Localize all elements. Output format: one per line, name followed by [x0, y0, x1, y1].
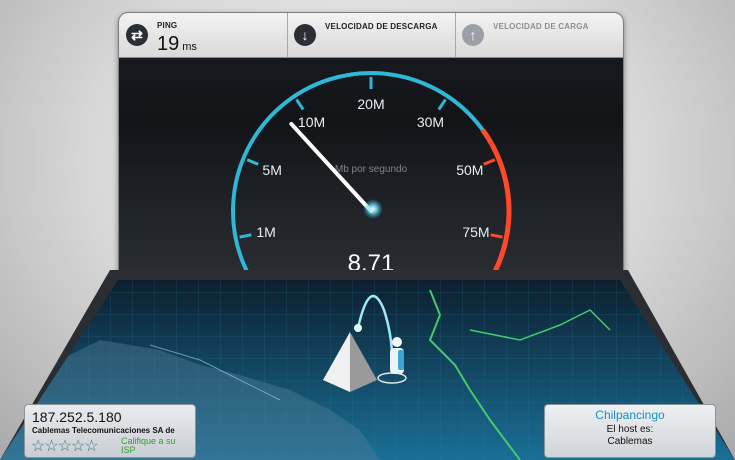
- upload-arrow-icon: ↑: [462, 24, 484, 46]
- ping-unit: ms: [182, 41, 197, 53]
- gauge-tick-label: 30M: [417, 114, 444, 130]
- isp-name: Cablemas Telecomunicaciones SA de: [32, 426, 175, 435]
- gauge-tick-label: 50M: [456, 162, 483, 178]
- upload-label: VELOCIDAD DE CARGA: [493, 22, 589, 31]
- speed-gauge: 01M5M10M20M30M50M75M100M Mb por segundo …: [231, 71, 512, 281]
- gauge-tick-label: 20M: [357, 96, 384, 112]
- gauge-tick: [437, 98, 447, 111]
- needle-hub: [363, 199, 383, 219]
- client-ip: 187.252.5.180: [32, 409, 122, 425]
- gauge-tick: [239, 233, 252, 239]
- server-host-label: El host es:: [606, 424, 654, 435]
- gauge-tick-label: 5M: [262, 162, 281, 178]
- gauge-tick-label: 1M: [256, 224, 275, 240]
- download-result: ↓ VELOCIDAD DE DESCARGA: [287, 13, 456, 57]
- gauge-tick: [483, 158, 496, 166]
- server-city: Chilpancingo: [595, 408, 665, 422]
- gauge-unit-caption: Mb por segundo: [335, 164, 408, 175]
- gauge-arc-warn: [480, 128, 512, 281]
- user-head: [392, 337, 402, 347]
- ping-label: PING: [157, 21, 178, 30]
- server-info-box[interactable]: Chilpancingo El host es: Cablemas: [544, 404, 716, 458]
- gauge-tick: [490, 233, 503, 239]
- isp-rating-stars[interactable]: ☆☆☆☆☆: [31, 436, 99, 456]
- upload-result: ↑ VELOCIDAD DE CARGA: [455, 13, 623, 57]
- ping-swap-icon: ⇄: [126, 24, 148, 46]
- ping-value: 19 ms: [157, 33, 197, 55]
- ping-result: ⇄ PING 19 ms: [119, 13, 288, 57]
- rate-isp-link[interactable]: Califique a su ISP: [121, 437, 191, 455]
- server-host-name: Cablemas: [607, 436, 653, 447]
- arc-origin-dot: [354, 324, 362, 332]
- user-shirt: [398, 350, 404, 370]
- client-info-box: 187.252.5.180 Cablemas Telecomunicacione…: [24, 404, 196, 458]
- results-header: ⇄ PING 19 ms ↓ VELOCIDAD DE DESCARGA ↑ VE…: [119, 13, 623, 58]
- gauge-tick: [295, 98, 305, 111]
- gauge-tick-label: 75M: [462, 224, 489, 240]
- download-label: VELOCIDAD DE DESCARGA: [325, 22, 438, 31]
- gauge-panel: ⇄ PING 19 ms ↓ VELOCIDAD DE DESCARGA ↑ VE…: [118, 12, 624, 282]
- gauge-tick-label: 10M: [298, 114, 325, 130]
- gauge-tick: [246, 158, 259, 166]
- download-arrow-icon: ↓: [294, 24, 316, 46]
- speedtest-app: ⇄ PING 19 ms ↓ VELOCIDAD DE DESCARGA ↑ VE…: [0, 0, 735, 460]
